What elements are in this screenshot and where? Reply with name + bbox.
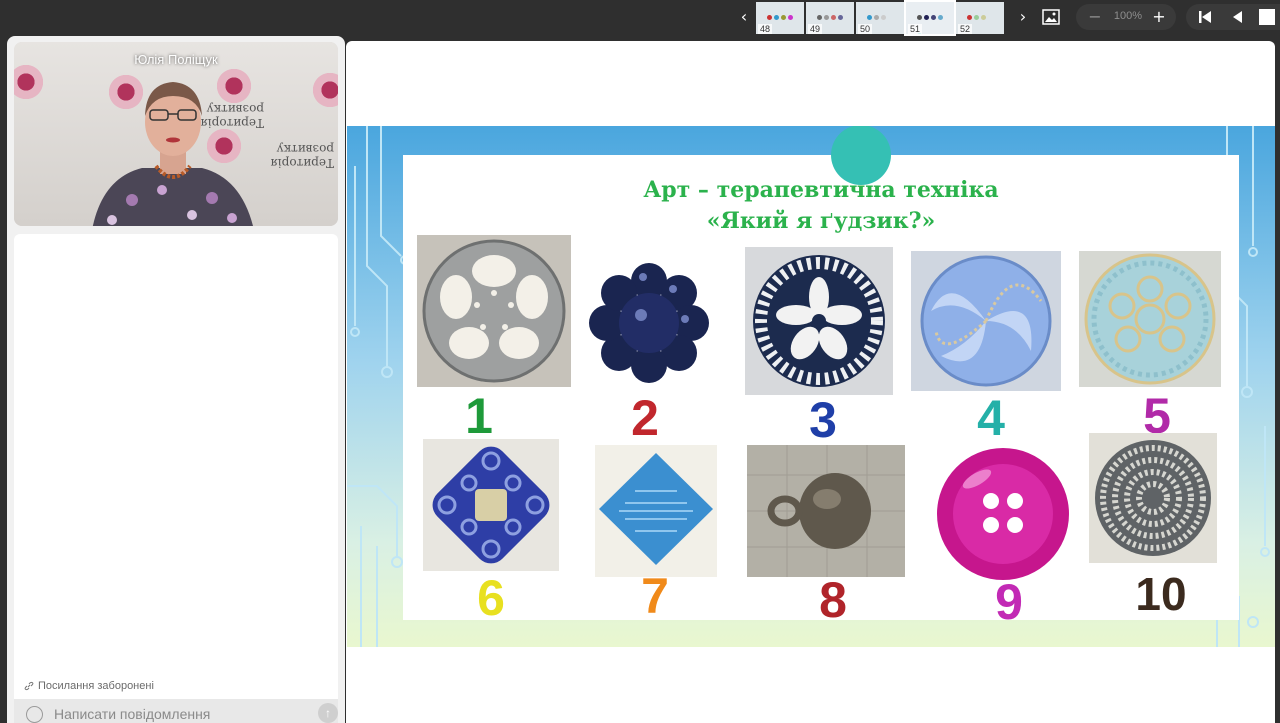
thumbnail-preview (816, 8, 850, 24)
thumbnail-number: 50 (858, 24, 873, 34)
image-icon[interactable] (1040, 6, 1062, 28)
slide-navigation (1186, 4, 1280, 30)
speaker-figure (92, 82, 253, 226)
button-image-6[interactable] (423, 439, 559, 571)
button-image-2[interactable] (581, 255, 717, 391)
zoom-control: − 100% + (1076, 4, 1176, 30)
triangle-left-icon[interactable] (1226, 6, 1248, 28)
backdrop-text: Територія розвитку (270, 142, 334, 170)
speaker-video: Територія розвитку Територія розвитку Юл… (14, 42, 338, 226)
thumbnail-preview (966, 8, 1000, 24)
thumbnail-number: 51 (908, 24, 923, 34)
thumbnail-number: 49 (808, 24, 823, 34)
button-image-9[interactable] (931, 443, 1075, 585)
slide-thumbnail-51[interactable]: 51 (904, 0, 956, 36)
slide-content-card: Арт – терапевтична техніка «Який я ґудзи… (403, 126, 1239, 627)
button-number-9: 9 (995, 574, 1023, 630)
slide-thumbnail-48[interactable]: 48 (756, 2, 804, 34)
links-forbidden-note: Посилання заборонені (24, 680, 154, 692)
button-number-4: 4 (977, 390, 1005, 446)
message-bar: ↑ (14, 699, 338, 723)
slide-thumbnails: 48 49 50 51 52 (756, 0, 1004, 36)
square-icon[interactable] (1256, 6, 1278, 28)
button-image-3[interactable] (745, 247, 893, 395)
button-image-7[interactable] (595, 445, 717, 577)
chevron-left-icon[interactable]: ‹ (733, 6, 755, 28)
links-forbidden-label: Посилання заборонені (38, 680, 154, 692)
plus-icon[interactable]: + (1148, 6, 1170, 28)
button-number-6: 6 (477, 570, 505, 626)
thumbnail-preview (916, 8, 950, 34)
minus-icon[interactable]: − (1084, 6, 1106, 28)
button-image-8[interactable] (747, 445, 905, 577)
thumbnail-preview (866, 8, 900, 24)
send-icon[interactable]: ↑ (318, 703, 338, 723)
slide-thumbnail-49[interactable]: 49 (806, 2, 854, 34)
button-image-5[interactable] (1079, 251, 1221, 387)
button-image-1[interactable] (417, 235, 571, 387)
zoom-level: 100% (1113, 10, 1143, 22)
thumbnail-number: 52 (958, 24, 973, 34)
button-number-8: 8 (819, 572, 847, 628)
thumbnail-preview (766, 8, 800, 24)
slide-thumbnail-52[interactable]: 52 (956, 2, 1004, 34)
slide-viewer: Арт – терапевтична техніка «Який я ґудзи… (346, 41, 1275, 723)
button-number-3: 3 (809, 392, 837, 448)
chevron-right-icon[interactable]: › (1012, 6, 1034, 28)
button-image-4[interactable] (911, 251, 1061, 391)
slide-title: Арт – терапевтична техніка (643, 177, 999, 203)
button-number-2: 2 (631, 390, 659, 446)
slide-51: Арт – терапевтична техніка «Який я ґудзи… (347, 126, 1275, 647)
button-number-1: 1 (465, 388, 493, 444)
emoji-icon[interactable] (26, 706, 43, 723)
speaker-name: Юлія Поліщук (134, 52, 218, 67)
message-input[interactable] (54, 704, 304, 723)
slide-subtitle: «Який я ґудзик?» (706, 208, 936, 234)
thumbnail-number: 48 (758, 24, 773, 34)
presentation-toolbar: ‹ 48 49 50 51 52 › − 100% + (0, 0, 1280, 36)
chat-panel: Посилання заборонені ↑ (14, 234, 338, 723)
skip-to-start-icon[interactable] (1194, 6, 1216, 28)
button-number-7: 7 (641, 568, 669, 624)
button-number-10: 10 (1135, 568, 1187, 620)
link-icon (24, 681, 34, 691)
button-image-10[interactable] (1089, 433, 1217, 563)
side-panel: Територія розвитку Територія розвитку Юл… (7, 36, 345, 723)
slide-thumbnail-50[interactable]: 50 (856, 2, 904, 34)
